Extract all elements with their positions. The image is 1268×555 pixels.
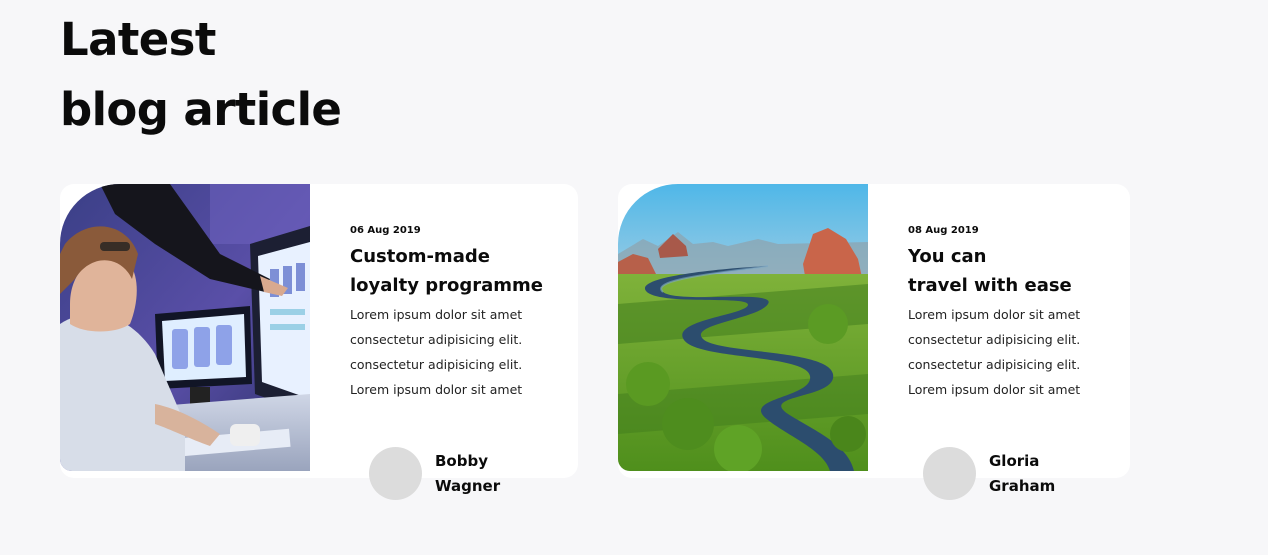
excerpt-line: consectetur adipisicing elit. [908,332,1081,347]
title-line-2: travel with ease [908,275,1072,296]
article-author[interactable]: Bobby Wagner [369,447,500,500]
author-first-name: Bobby [435,451,488,470]
excerpt-line: consectetur adipisicing elit. [908,357,1081,372]
avatar [369,447,422,500]
article-date: 06 Aug 2019 [350,225,421,236]
author-first-name: Gloria [989,451,1040,470]
article-image[interactable] [60,184,310,471]
blog-card[interactable]: 08 Aug 2019 You can travel with ease Lor… [618,184,1130,500]
avatar [923,447,976,500]
article-date: 08 Aug 2019 [908,225,979,236]
article-excerpt: Lorem ipsum dolor sit amet consectetur a… [350,302,560,402]
author-name: Gloria Graham [989,449,1055,499]
article-image[interactable] [618,184,868,471]
title-line-1: Custom-made [350,246,490,267]
title-line-2: loyalty programme [350,275,543,296]
excerpt-line: Lorem ipsum dolor sit amet [908,382,1081,397]
article-excerpt: Lorem ipsum dolor sit amet consectetur a… [908,302,1118,402]
article-title[interactable]: You can travel with ease [908,242,1118,300]
designer-at-computer-photo [60,184,310,471]
excerpt-line: consectetur adipisicing elit. [350,332,523,347]
article-content: 06 Aug 2019 Custom-made loyalty programm… [350,224,560,402]
excerpt-line: consectetur adipisicing elit. [350,357,523,372]
title-line-1: You can [908,246,987,267]
author-last-name: Graham [989,476,1056,495]
excerpt-line: Lorem ipsum dolor sit amet [908,307,1081,322]
author-last-name: Wagner [435,476,501,495]
blog-card[interactable]: 06 Aug 2019 Custom-made loyalty programm… [60,184,578,500]
excerpt-line: Lorem ipsum dolor sit amet [350,382,523,397]
article-title[interactable]: Custom-made loyalty programme [350,242,560,300]
article-author[interactable]: Gloria Graham [923,447,1055,500]
heading-line-2: blog article [60,83,342,136]
excerpt-line: Lorem ipsum dolor sit amet [350,307,523,322]
section-heading: Latest blog article [60,5,342,145]
article-content: 08 Aug 2019 You can travel with ease Lor… [908,224,1118,402]
heading-line-1: Latest [60,13,216,66]
river-valley-aerial-photo [618,184,868,471]
author-name: Bobby Wagner [435,449,500,499]
